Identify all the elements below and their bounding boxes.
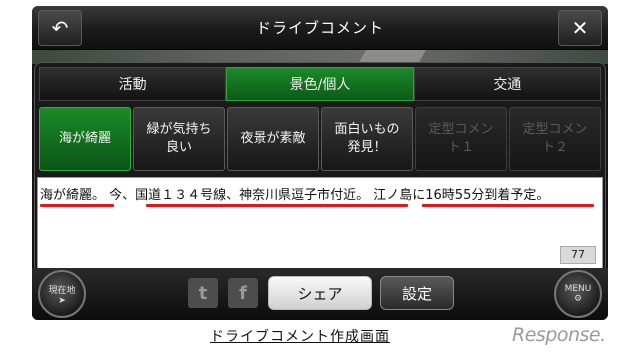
compass-icon: ➤ [58, 295, 66, 306]
facebook-icon[interactable]: f [228, 278, 258, 308]
underline-mark [40, 204, 114, 207]
share-button[interactable]: シェア [268, 276, 372, 310]
back-arrow-icon: ↶ [51, 16, 69, 40]
tab-scenery-personal[interactable]: 景色/個人 [226, 67, 414, 101]
underline-mark [422, 204, 594, 207]
settings-button[interactable]: 設定 [380, 276, 454, 310]
underline-mark [146, 204, 408, 207]
tab-traffic[interactable]: 交通 [413, 67, 601, 101]
comment-text: 海が綺麗。 今、国道１３４号線、神奈川県逗子市付近。 江ノ島に16時55分到着予… [40, 188, 550, 203]
response-logo: Response. [512, 324, 606, 346]
current-location-label: 現在地 [48, 285, 76, 296]
menu-label: MENU [564, 284, 592, 294]
gear-icon: ⚙ [573, 294, 583, 304]
comment-button-beautiful-sea[interactable]: 海が綺麗 [39, 107, 131, 171]
close-icon: ✕ [571, 16, 589, 40]
comment-text-area[interactable]: 海が綺麗。 今、国道１３４号線、神奈川県逗子市付近。 江ノ島に16時55分到着予… [37, 177, 603, 269]
current-location-button[interactable]: 現在地 ➤ [38, 270, 86, 318]
tab-activity[interactable]: 活動 [39, 67, 227, 101]
comment-button-template-2[interactable]: 定型コメン ト２ [509, 107, 601, 171]
twitter-glyph: t [198, 282, 208, 304]
facebook-glyph: f [239, 282, 247, 304]
comment-button-pleasant-green[interactable]: 緑が気持ち 良い [133, 107, 225, 171]
screen-title: ドライブコメント [255, 19, 384, 37]
char-count: 77 [560, 246, 596, 264]
back-button[interactable]: ↶ [38, 10, 82, 46]
menu-button[interactable]: MENU ⚙ [554, 270, 602, 318]
bottom-toolbar: 現在地 ➤ t f シェア 設定 MENU ⚙ [32, 268, 608, 320]
category-tabs: 活動 景色/個人 交通 [39, 67, 601, 101]
figure-caption: ドライブコメント作成画面 [210, 329, 390, 345]
close-button[interactable]: ✕ [558, 10, 602, 46]
comment-buttons: 海が綺麗 緑が気持ち 良い 夜景が素敵 面白いもの 発見！ 定型コメン ト１ 定… [39, 107, 601, 171]
comment-button-night-view[interactable]: 夜景が素敵 [227, 107, 319, 171]
comment-button-found-interesting[interactable]: 面白いもの 発見！ [321, 107, 413, 171]
twitter-icon[interactable]: t [188, 278, 218, 308]
nav-screen: ↶ ドライブコメント ✕ 活動 景色/個人 交通 海が綺麗 緑が気持ち 良い 夜… [32, 6, 608, 320]
comment-button-template-1[interactable]: 定型コメン ト１ [415, 107, 507, 171]
title-bar: ↶ ドライブコメント ✕ [32, 6, 608, 50]
